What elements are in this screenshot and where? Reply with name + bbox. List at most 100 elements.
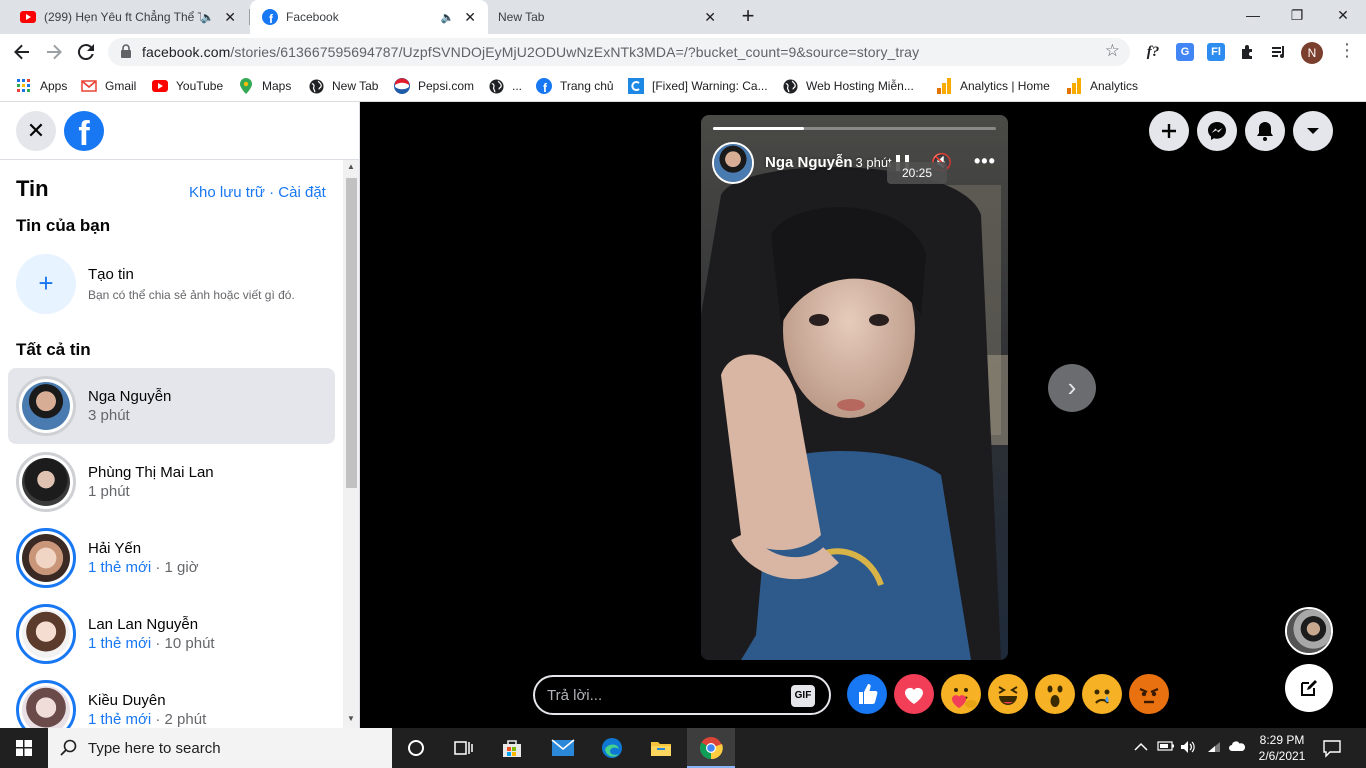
translate-extension-icon[interactable]: G [1176,43,1194,61]
chrome-button[interactable] [687,728,735,768]
bookmark-pepsi[interactable]: Pepsi.com [394,76,474,96]
sidebar-scrollbar[interactable]: ▲ ▼ [343,160,359,728]
gif-button[interactable]: GIF [791,685,815,707]
audio-icon[interactable]: 🔈 [441,11,455,24]
tab-close-icon[interactable]: ✕ [224,9,236,26]
audio-icon[interactable]: 🔈 [201,11,215,24]
story-item[interactable]: Kiều Duyên 1 thẻ mới · 2 phút [8,672,335,728]
tab-new-tab[interactable]: New Tab ✕ [488,0,728,34]
taskbar-search[interactable]: Type here to search [48,728,392,768]
bookmark-analytics[interactable]: Analytics [1066,76,1138,96]
bookmark-apps[interactable]: Apps [16,76,67,96]
link-separator: · [264,184,279,201]
fquery-extension-icon[interactable]: f? [1144,43,1162,61]
mail-button[interactable] [539,728,587,768]
wifi-icon[interactable] [1206,740,1222,757]
onedrive-cloud-icon[interactable] [1228,740,1246,755]
story-item[interactable]: Hải Yến 1 thẻ mới · 1 giờ [8,520,335,596]
edge-button[interactable] [588,728,636,768]
fi-extension-icon[interactable]: Fl [1207,43,1225,61]
scroll-up-icon[interactable]: ▲ [347,162,355,171]
bookmark-youtube[interactable]: YouTube [152,76,223,96]
tab-close-icon[interactable]: ✕ [704,9,716,26]
sidebar-header: ✕ f [0,102,359,160]
address-bar[interactable]: facebook.com/stories/613667595694787/Uzp… [108,38,1130,66]
settings-link[interactable]: Cài đặt [278,184,326,201]
action-center-icon[interactable] [1322,738,1342,758]
tab-close-icon[interactable]: ✕ [464,9,476,26]
compose-button[interactable] [1285,664,1333,712]
story-card[interactable]: Nga Nguyễn3 phút 🔇 20:25 ••• [701,115,1008,660]
new-tab-button[interactable]: + [738,5,758,27]
next-story-button[interactable]: › [1048,364,1096,412]
wow-reaction[interactable] [1035,674,1075,714]
battery-icon[interactable] [1157,740,1175,755]
angry-icon [1139,687,1159,704]
minimize-button[interactable]: — [1230,4,1276,26]
bookmark-new-tab[interactable]: New Tab [308,76,378,96]
archive-link[interactable]: Kho lưu trữ [189,184,265,201]
account-menu-button[interactable] [1293,111,1333,151]
bell-icon [1257,122,1273,141]
close-stories-button[interactable]: ✕ [16,111,56,151]
tab-title: Facebook [286,10,339,24]
start-button[interactable] [0,728,48,768]
bookmark-fixed-warning[interactable]: [Fixed] Warning: Ca... [628,76,768,96]
back-button[interactable] [10,40,34,64]
scrollbar-thumb[interactable] [346,178,357,488]
url-text[interactable]: facebook.com/stories/613667595694787/Uzp… [142,44,919,60]
taskbar-clock[interactable]: 8:29 PM 2/6/2021 [1250,732,1314,764]
extensions-puzzle-icon[interactable] [1239,43,1257,61]
bookmark-untitled[interactable]: ... [488,76,522,96]
story-item[interactable]: Nga Nguyễn 3 phút [8,368,335,444]
story-author-name[interactable]: Nga Nguyễn 3 phút [765,154,892,171]
lock-icon[interactable] [120,44,132,58]
story-author-avatar[interactable] [712,142,754,184]
tab-facebook[interactable]: f Facebook 🔈 ✕ [250,0,488,34]
scroll-down-icon[interactable]: ▼ [347,714,355,723]
bookmark-star-icon[interactable]: ☆ [1105,41,1120,61]
back-arrow-icon [14,44,29,60]
bookmark-label: New Tab [332,79,379,93]
bookmark-trang-chu[interactable]: f Trang chủ [536,76,614,96]
timestamp-tooltip: 20:25 [887,162,947,184]
bookmark-gmail[interactable]: Gmail [81,76,136,96]
volume-icon[interactable] [1180,740,1196,757]
cortana-button[interactable] [392,728,440,768]
task-view-button[interactable] [440,728,488,768]
bookmark-maps[interactable]: Maps [238,76,291,96]
reply-input[interactable] [547,685,777,705]
maximize-button[interactable]: ❐ [1274,4,1320,26]
file-explorer-button[interactable] [637,728,685,768]
forward-button[interactable] [42,40,66,64]
story-item[interactable]: Lan Lan Nguyễn 1 thẻ mới · 10 phút [8,596,335,672]
love-reaction[interactable] [894,674,934,714]
like-reaction[interactable] [847,674,887,714]
create-story-title[interactable]: Tạo tin [88,266,134,283]
facebook-logo-icon[interactable]: f [64,111,104,151]
create-button[interactable] [1149,111,1189,151]
chrome-menu-icon[interactable]: ⋮ [1338,40,1356,61]
bookmark-analytics-home[interactable]: Analytics | Home [936,76,1050,96]
bookmark-web-hosting[interactable]: Web Hosting Miễn... [782,76,914,96]
store-button[interactable] [488,728,536,768]
more-options-button[interactable]: ••• [974,151,996,172]
close-window-button[interactable]: ✕ [1320,4,1366,26]
story-meta: 1 thẻ mới · 10 phút [88,635,215,652]
show-hidden-icons[interactable] [1134,740,1148,755]
care-reaction[interactable] [941,674,981,714]
haha-reaction[interactable] [988,674,1028,714]
profile-avatar[interactable]: N [1301,42,1323,64]
messenger-button[interactable] [1197,111,1237,151]
story-thumbnail[interactable] [1285,607,1333,655]
story-time: 1 giờ [164,559,199,576]
sad-reaction[interactable] [1082,674,1122,714]
notifications-button[interactable] [1245,111,1285,151]
reply-box[interactable]: GIF [533,675,831,715]
media-control-icon[interactable] [1270,43,1288,61]
tab-youtube[interactable]: (299) Hẹn Yêu ft Chẳng Thể Tìm 🔈 ✕ [8,0,248,34]
create-story-button[interactable]: + [16,254,76,314]
story-item[interactable]: Phùng Thị Mai Lan 1 phút [8,444,335,520]
reload-button[interactable] [74,40,98,64]
angry-reaction[interactable] [1129,674,1169,714]
